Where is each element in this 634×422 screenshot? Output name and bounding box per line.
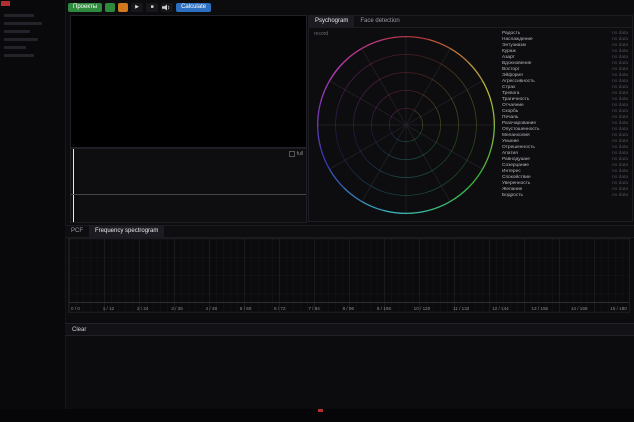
sidebar-item[interactable] <box>4 38 38 41</box>
stop-button[interactable]: ■ <box>146 3 158 12</box>
record-indicator <box>1 1 10 6</box>
sidebar <box>0 0 66 422</box>
volume-button[interactable] <box>161 3 173 12</box>
spectrogram-panel[interactable]: 0 / 0 1 / 12 2 / 24 3 / 36 4 / 48 5 / 60 6 / 7… <box>68 238 630 313</box>
x-tick-label: 6 / 72 <box>274 306 286 311</box>
play-icon: ▶ <box>135 3 139 12</box>
projects-button[interactable]: Проекты <box>68 3 102 12</box>
x-tick-label: 9 / 108 <box>377 306 391 311</box>
x-tick-label: 0 / 0 <box>71 306 80 311</box>
psychogram-chart <box>311 32 501 218</box>
tab-frequency-spectrogram[interactable]: Frequency spectrogram <box>89 226 164 237</box>
app-window: Проекты ▶ ■ Calculate full Psychogram Fa… <box>0 0 634 422</box>
psychogram-body: record Радостьno dataНаслаждениеno dataЭ… <box>309 28 632 222</box>
speaker-icon <box>162 4 172 11</box>
toolbar: Проекты ▶ ■ Calculate <box>68 2 211 13</box>
full-checkbox[interactable] <box>289 151 295 157</box>
calculate-button[interactable]: Calculate <box>176 3 211 12</box>
sidebar-item[interactable] <box>4 54 34 57</box>
emotion-row: Бодрость no data <box>502 193 628 199</box>
emotion-label: Бодрость <box>502 193 523 199</box>
bottom-tabbar: PCF Frequency spectrogram <box>65 225 634 238</box>
play-button[interactable]: ▶ <box>131 3 143 12</box>
waveform-centerline <box>71 194 306 195</box>
record-button[interactable] <box>118 3 128 12</box>
emotion-list: Радостьno dataНаслаждениеno dataЭнтузиаз… <box>502 28 632 222</box>
x-tick-label: 8 / 96 <box>343 306 355 311</box>
x-tick-label: 11 / 132 <box>453 306 469 311</box>
stop-icon: ■ <box>151 3 154 12</box>
camera-button[interactable] <box>105 3 115 12</box>
clear-button[interactable]: Clear <box>65 327 93 333</box>
sidebar-item[interactable] <box>4 30 30 33</box>
x-tick-label: 1 / 12 <box>103 306 115 311</box>
x-tick-label: 13 / 156 <box>531 306 548 311</box>
status-indicator <box>318 409 323 412</box>
tab-face-detection[interactable]: Face detection <box>354 16 405 27</box>
spectrogram-x-axis: 0 / 0 1 / 12 2 / 24 3 / 36 4 / 48 5 / 60 6 / 7… <box>71 306 627 311</box>
video-preview <box>70 15 307 148</box>
spectrogram-baseline <box>69 302 629 303</box>
tab-psychogram[interactable]: Psychogram <box>309 16 354 27</box>
full-label: full <box>297 151 303 157</box>
analysis-panel: Psychogram Face detection record Радость… <box>308 15 633 222</box>
chart-legend: record <box>314 31 328 37</box>
x-tick-label: 7 / 84 <box>308 306 320 311</box>
sidebar-item[interactable] <box>4 14 34 17</box>
x-tick-label: 12 / 144 <box>492 306 509 311</box>
playhead[interactable] <box>73 149 74 222</box>
sidebar-item[interactable] <box>4 46 26 49</box>
x-tick-label: 14 / 168 <box>571 306 588 311</box>
psychogram-chart-area: record <box>309 28 502 222</box>
tab-pcf[interactable]: PCF <box>65 226 89 237</box>
full-toggle[interactable]: full <box>289 151 303 157</box>
x-tick-label: 2 / 24 <box>137 306 149 311</box>
analysis-tabbar: Psychogram Face detection <box>309 16 632 28</box>
emotion-value: no data <box>612 193 628 199</box>
x-tick-label: 3 / 36 <box>171 306 183 311</box>
clear-bar: Clear <box>65 323 634 336</box>
bottom-strip <box>0 409 634 422</box>
x-tick-label: 15 / 180 <box>610 306 627 311</box>
sidebar-item[interactable] <box>4 22 42 25</box>
x-tick-label: 5 / 60 <box>240 306 252 311</box>
waveform-panel[interactable]: full <box>70 148 307 223</box>
x-tick-label: 10 / 120 <box>414 306 431 311</box>
x-tick-label: 4 / 48 <box>206 306 218 311</box>
